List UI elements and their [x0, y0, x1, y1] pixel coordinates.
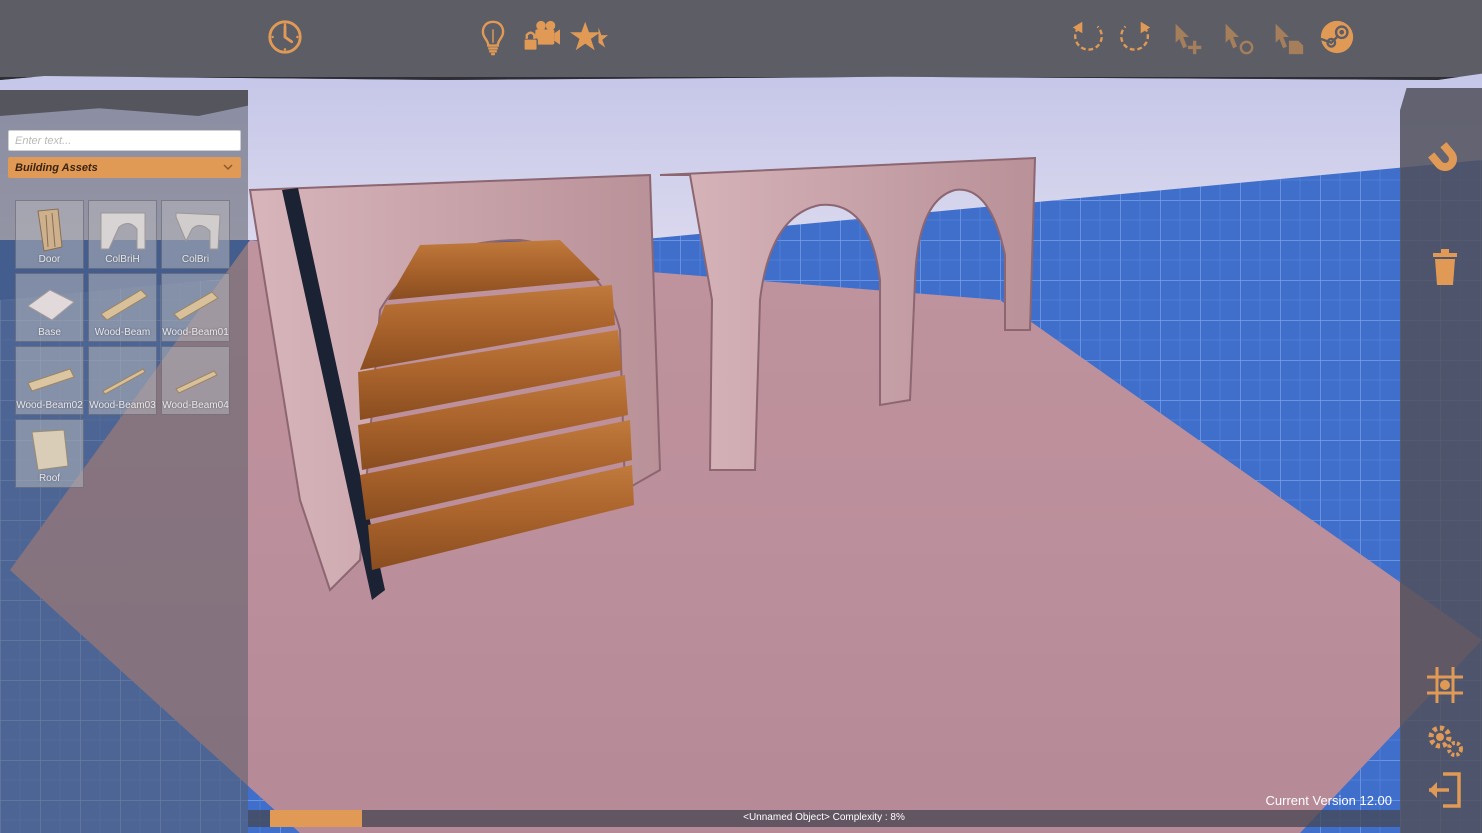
door-thumbnail-icon: [37, 208, 63, 252]
duplicate-object-icon: [1225, 23, 1254, 55]
undo-button[interactable]: [1067, 16, 1109, 58]
asset-name: Base: [38, 327, 61, 338]
exit-button[interactable]: [1422, 767, 1468, 813]
arch-column-thumbnail-icon: [175, 212, 221, 250]
steam-icon: [1320, 20, 1354, 54]
asset-panel-header: [0, 90, 248, 116]
asset-tile-wood-beam01[interactable]: Wood-Beam01: [161, 273, 230, 342]
favorites-button[interactable]: [568, 16, 610, 58]
asset-name: Door: [38, 254, 61, 265]
history-button[interactable]: [264, 16, 306, 58]
asset-name: Wood-Beam: [94, 327, 151, 338]
asset-name: Wood-Beam01: [162, 327, 229, 338]
chevron-down-icon: [223, 164, 233, 171]
wood-beam-thumbnail-icon: [173, 291, 219, 321]
asset-tile-wood-beam[interactable]: Wood-Beam: [88, 273, 157, 342]
wood-beam-thumbnail-icon: [100, 289, 148, 321]
asset-name: Wood-Beam02: [16, 400, 83, 411]
asset-tile-wood-beam04[interactable]: Wood-Beam04: [161, 346, 230, 415]
delete-button[interactable]: [1422, 244, 1468, 290]
wood-beam-thumbnail-icon: [175, 370, 218, 394]
save-object-button[interactable]: [1266, 16, 1308, 58]
clock-icon: [268, 20, 302, 54]
asset-panel: Building Assets Door ColBriH ColBri Base: [0, 90, 248, 833]
asset-category-label: Building Assets: [15, 161, 98, 174]
asset-name: Wood-Beam03: [89, 400, 156, 411]
add-object-button[interactable]: [1166, 16, 1208, 58]
save-object-icon: [1275, 23, 1304, 55]
asset-name: Wood-Beam04: [162, 400, 229, 411]
asset-tile-colbrih[interactable]: ColBriH: [88, 200, 157, 269]
asset-tile-roof[interactable]: Roof: [15, 419, 84, 488]
asset-category-select[interactable]: Building Assets: [8, 157, 241, 178]
wood-beam-thumbnail-icon: [102, 368, 146, 395]
grid-snap-button[interactable]: [1422, 662, 1468, 708]
lightbulb-icon: [481, 20, 505, 56]
asset-tile-door[interactable]: Door: [15, 200, 84, 269]
asset-name: Roof: [38, 473, 61, 484]
asset-tile-colbri[interactable]: ColBri: [161, 200, 230, 269]
status-bar: <Unnamed Object> Complexity : 8%: [248, 810, 1400, 827]
lighting-button[interactable]: [472, 16, 514, 58]
trash-icon: [1433, 249, 1457, 285]
settings-button[interactable]: [1422, 716, 1468, 762]
object-complexity-text: <Unnamed Object> Complexity : 8%: [743, 812, 905, 823]
undo-icon: [1072, 21, 1103, 51]
star-icon: [570, 21, 608, 51]
asset-search-input[interactable]: [8, 130, 241, 151]
lock-camera-button[interactable]: [520, 16, 562, 58]
asset-tile-wood-beam03[interactable]: Wood-Beam03: [88, 346, 157, 415]
arch-column-thumbnail-icon: [100, 212, 146, 250]
snap-magnet-button[interactable]: [1422, 136, 1468, 182]
version-label: Current Version 12.00: [1265, 793, 1392, 808]
redo-button[interactable]: [1114, 16, 1156, 58]
asset-tile-base[interactable]: Base: [15, 273, 84, 342]
top-toolbar: [0, 0, 1482, 80]
roof-thumbnail-icon: [31, 429, 69, 471]
asset-name: ColBriH: [105, 254, 140, 265]
redo-icon: [1120, 21, 1151, 51]
asset-name: ColBri: [181, 254, 210, 265]
duplicate-object-button[interactable]: [1216, 16, 1258, 58]
lock-camera-icon: [523, 20, 560, 52]
grid-snap-icon: [1427, 667, 1463, 703]
steam-button[interactable]: [1316, 16, 1358, 58]
magnet-icon: [1428, 142, 1457, 171]
wood-beam-thumbnail-icon: [27, 368, 75, 392]
add-object-icon: [1175, 23, 1202, 55]
base-slab-thumbnail-icon: [27, 289, 75, 321]
asset-tile-wood-beam02[interactable]: Wood-Beam02: [15, 346, 84, 415]
settings-icon: [1428, 725, 1463, 757]
exit-icon: [1429, 772, 1461, 808]
